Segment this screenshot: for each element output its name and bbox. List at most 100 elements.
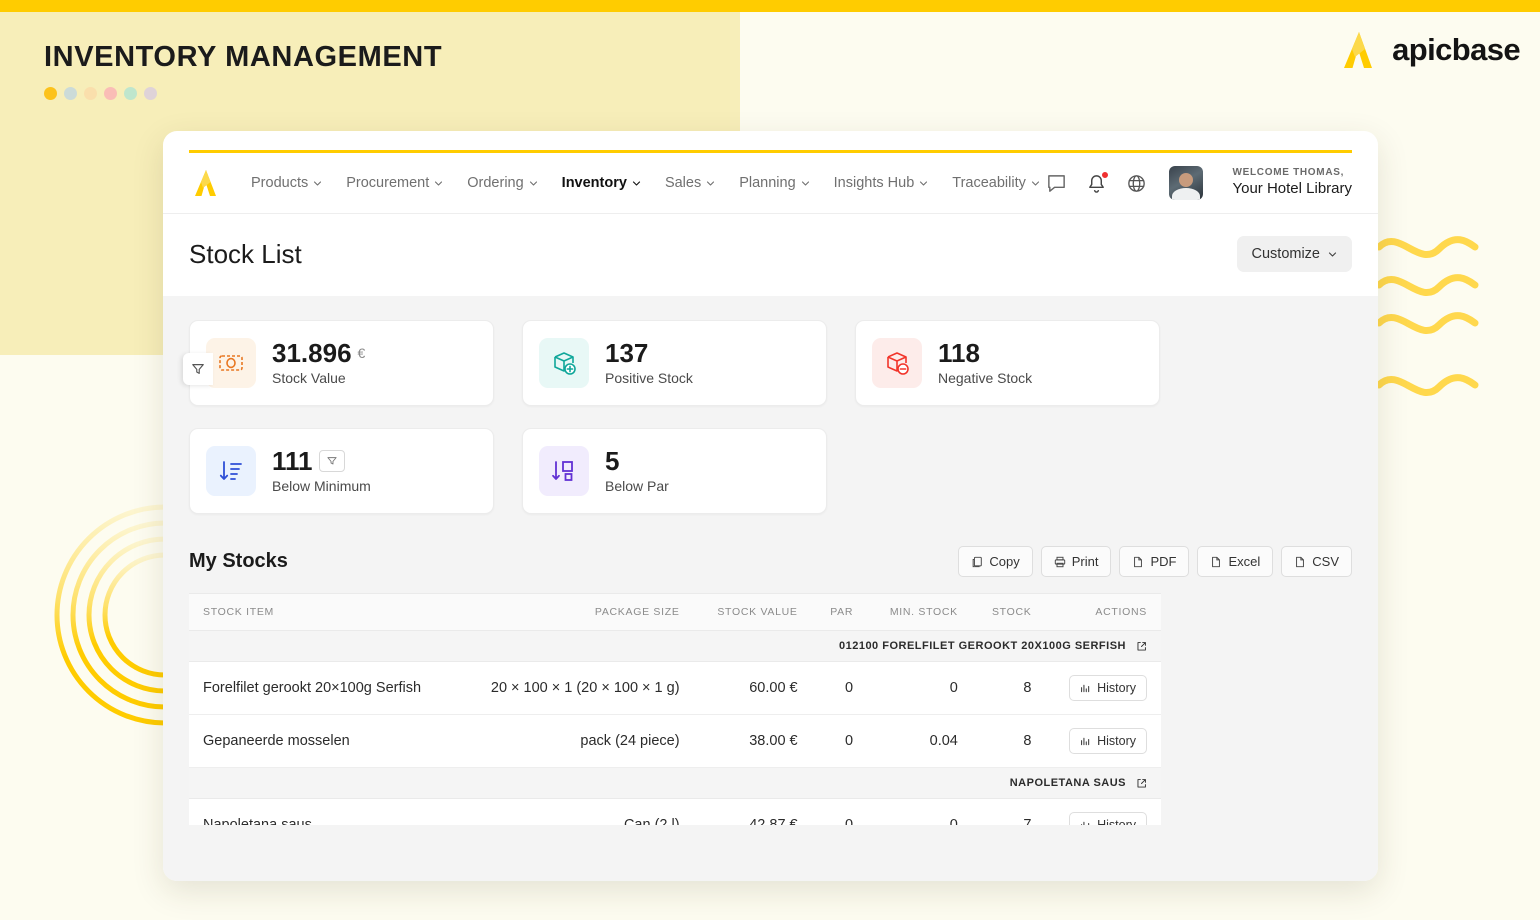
nav-item-products[interactable]: Products	[251, 175, 322, 191]
table-group-row[interactable]: NAPOLETANA SAUS	[189, 767, 1161, 799]
sort-desc-icon	[206, 446, 256, 496]
col-header-par[interactable]: PAR	[811, 593, 868, 631]
stocks-header: My Stocks Copy Print PDF Excel CSV	[189, 546, 1352, 577]
cell-min-stock: 0	[867, 798, 972, 825]
box-plus-icon	[539, 338, 589, 388]
chat-icon[interactable]	[1046, 173, 1067, 194]
kpi-label: Positive Stock	[605, 370, 693, 387]
kpi-card-below-minimum[interactable]: 111 Below Minimum	[189, 428, 494, 514]
col-header-stock-item[interactable]: STOCK ITEM	[189, 593, 458, 631]
banknote-icon	[206, 338, 256, 388]
hero-dot-3	[104, 87, 117, 100]
group-link[interactable]: NAPOLETANA SAUS	[1010, 777, 1147, 789]
table-row[interactable]: Forelfilet gerookt 20×100g Serfish 20 × 1…	[189, 661, 1161, 715]
kpi-label: Below Par	[605, 478, 669, 495]
nav-item-traceability[interactable]: Traceability	[952, 175, 1040, 191]
file-excel-icon	[1210, 556, 1222, 568]
export-copy-button[interactable]: Copy	[958, 546, 1033, 577]
nav-item-label: Products	[251, 175, 309, 191]
hero-dot-5	[144, 87, 157, 100]
table-row[interactable]: Gepaneerde mosselen pack (24 piece) 38.00 …	[189, 714, 1161, 768]
export-excel-button[interactable]: Excel	[1197, 546, 1274, 577]
group-label: NAPOLETANA SAUS	[1009, 777, 1126, 789]
kpi-filter-button[interactable]	[318, 450, 345, 473]
stocks-table-body: 012100 FORELFILET GEROOKT 20X100G SERFIS…	[189, 630, 1161, 825]
kpi-value: 118	[938, 337, 980, 368]
col-header-min-stock[interactable]: MIN. STOCK	[867, 593, 972, 631]
cell-item-name: Forelfilet gerookt 20×100g Serfish	[189, 661, 458, 715]
stocks-table: STOCK ITEM PACKAGE SIZE STOCK VALUE PAR MIN.…	[189, 593, 1161, 825]
chart-icon	[1081, 821, 1090, 825]
help-icon[interactable]	[1126, 173, 1147, 194]
table-row[interactable]: Napoletana saus Can (2 l) 42.87 €0 0 7 Histor…	[189, 798, 1161, 825]
kpi-card-body: 137 Positive Stock	[605, 339, 693, 387]
nav-item-insights-hub[interactable]: Insights Hub	[834, 175, 929, 191]
hero-title: INVENTORY MANAGEMENT	[44, 41, 443, 73]
cell-item-name: Gepaneerde mosselen	[189, 714, 458, 768]
kpi-card-stock-value[interactable]: 31.896 € Stock Value	[189, 320, 494, 406]
welcome-org: Your Hotel Library	[1232, 179, 1352, 197]
col-header-package-size[interactable]: PACKAGE SIZE	[457, 593, 694, 631]
cell-actions: History	[1045, 714, 1161, 768]
nav-item-ordering[interactable]: Ordering	[467, 175, 537, 191]
page-content: 31.896 € Stock Value 137 Positive Stock 118 Ne…	[163, 296, 1378, 881]
hero-dot-2	[84, 87, 97, 100]
export-print-button[interactable]: Print	[1040, 546, 1112, 577]
external-link-icon	[1137, 641, 1146, 651]
group-cell: 012100 FORELFILET GEROOKT 20X100G SERFIS…	[189, 630, 1161, 662]
kpi-card-body: 31.896 € Stock Value	[272, 339, 366, 386]
filter-tab-button[interactable]	[183, 353, 213, 385]
chevron-down-icon	[314, 180, 322, 186]
cell-par: 0	[811, 798, 868, 825]
chart-icon	[1081, 684, 1090, 692]
kpi-card-body: 5 Below Par	[605, 447, 669, 495]
export-csv-button[interactable]: CSV	[1281, 546, 1352, 577]
col-header-stock-value[interactable]: STOCK VALUE	[693, 593, 812, 631]
kpi-value: 111	[272, 445, 313, 476]
cell-stock-value: 42.87 €	[693, 798, 812, 825]
cell-actions: History	[1045, 661, 1161, 715]
kpi-card-below-par[interactable]: 5 Below Par	[522, 428, 827, 514]
kpi-value-row: 118	[938, 337, 1032, 368]
avatar[interactable]	[1169, 166, 1204, 200]
stocks-table-head: STOCK ITEM PACKAGE SIZE STOCK VALUE PAR MIN.…	[189, 593, 1161, 631]
nav-item-procurement[interactable]: Procurement	[346, 175, 443, 191]
nav-item-inventory[interactable]: Inventory	[562, 175, 641, 191]
chevron-down-icon	[435, 180, 443, 186]
cell-package-size: pack (24 piece)	[457, 714, 694, 768]
stocks-table-wrap[interactable]: STOCK ITEM PACKAGE SIZE STOCK VALUE PAR MIN.…	[189, 593, 1352, 825]
table-header-row: STOCK ITEM PACKAGE SIZE STOCK VALUE PAR MIN.…	[189, 593, 1161, 631]
cell-item-name: Napoletana saus	[189, 798, 458, 825]
nav-item-planning[interactable]: Planning	[739, 175, 809, 191]
top-accent-bar	[0, 0, 1540, 12]
nav-item-sales[interactable]: Sales	[665, 175, 715, 191]
kpi-card-body: 111 Below Minimum	[272, 445, 371, 494]
nav-item-label: Procurement	[346, 175, 430, 191]
export-button-label: Excel	[1228, 554, 1261, 569]
box-minus-icon	[872, 338, 922, 388]
nav-right-cluster: WELCOME THOMAS, Your Hotel Library	[1046, 166, 1352, 200]
chevron-down-icon	[707, 180, 715, 186]
history-button[interactable]: History	[1069, 728, 1147, 754]
chevron-down-icon	[529, 180, 537, 186]
kpi-currency: €	[357, 345, 366, 362]
external-link-icon	[1137, 778, 1146, 788]
apicbase-nav-logo-icon[interactable]	[189, 166, 223, 200]
customize-button[interactable]: Customize	[1236, 236, 1352, 272]
table-group-row[interactable]: 012100 FORELFILET GEROOKT 20X100G SERFIS…	[189, 630, 1161, 662]
stocks-title: My Stocks	[189, 550, 288, 572]
funnel-icon	[326, 457, 337, 465]
group-link[interactable]: 012100 FORELFILET GEROOKT 20X100G SERFIS…	[839, 640, 1147, 652]
col-header-actions[interactable]: ACTIONS	[1045, 593, 1161, 631]
col-header-stock[interactable]: STOCK	[971, 593, 1046, 631]
sort-squares-icon	[539, 446, 589, 496]
export-button-label: CSV	[1312, 554, 1339, 569]
history-button[interactable]: History	[1069, 675, 1147, 701]
funnel-icon	[192, 364, 204, 374]
export-pdf-button[interactable]: PDF	[1119, 546, 1190, 577]
kpi-card-positive-stock[interactable]: 137 Positive Stock	[522, 320, 827, 406]
history-button[interactable]: History	[1069, 812, 1147, 825]
bell-icon[interactable]	[1086, 170, 1110, 194]
cell-stock: 7	[971, 798, 1046, 825]
kpi-card-negative-stock[interactable]: 118 Negative Stock	[855, 320, 1160, 406]
